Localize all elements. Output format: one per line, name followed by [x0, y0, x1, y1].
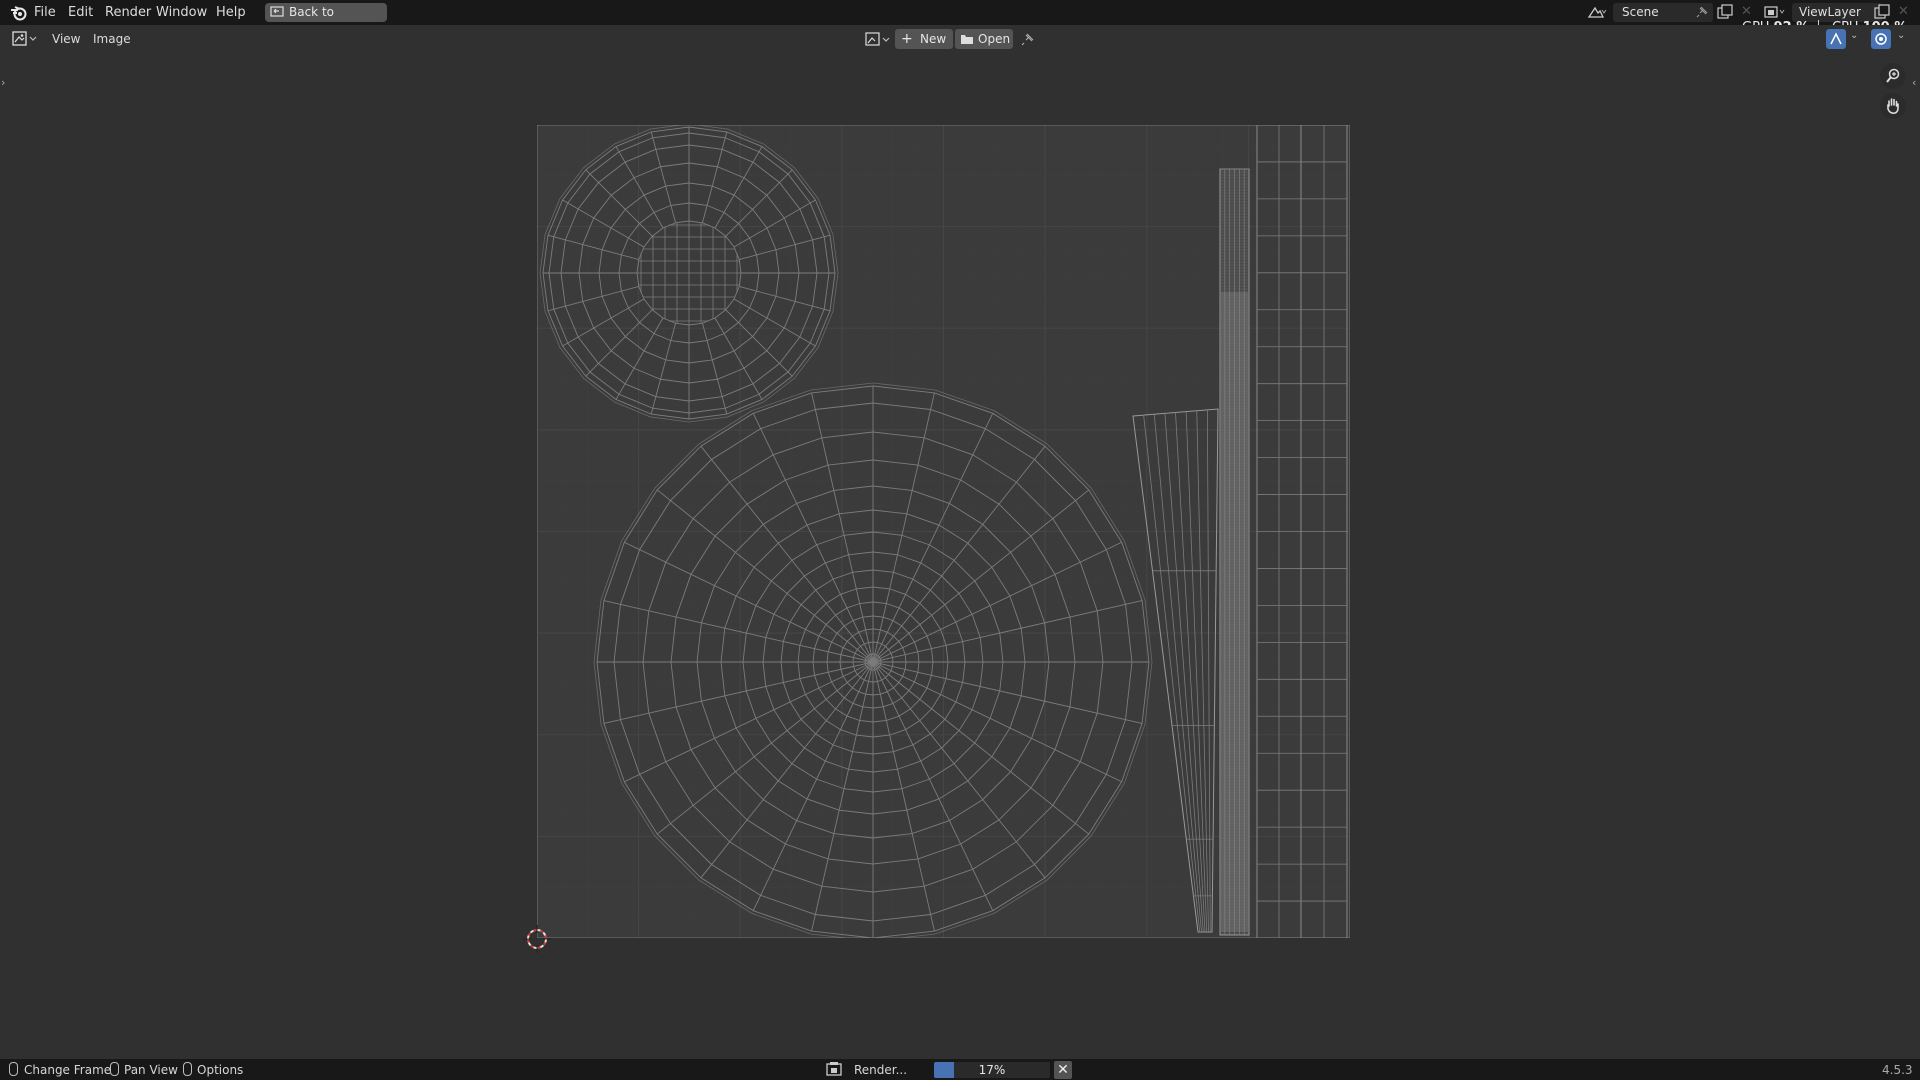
- blender-logo-icon[interactable]: [10, 4, 28, 21]
- status-pan-view: Pan View: [124, 1063, 178, 1077]
- menu-file[interactable]: File: [34, 5, 56, 21]
- close-icon[interactable]: ✕: [1898, 4, 1909, 19]
- sidebar-toggle-right-icon[interactable]: ‹: [1912, 76, 1916, 89]
- image-browse-icon[interactable]: [864, 30, 892, 49]
- uv-sync-glyph-icon: [1830, 32, 1842, 45]
- menu-window[interactable]: Window: [156, 5, 207, 21]
- hand-icon[interactable]: [1880, 93, 1906, 119]
- sidebar-toggle-icon[interactable]: ›: [1, 76, 5, 89]
- zoom-icon[interactable]: [1880, 63, 1906, 89]
- 2d-cursor-icon[interactable]: [523, 925, 551, 953]
- mouse-left-icon: [9, 1062, 18, 1076]
- mouse-right-icon: [183, 1062, 192, 1076]
- chevron-down-icon[interactable]: ⌄: [1897, 30, 1905, 41]
- render-job-label: Render...: [854, 1063, 908, 1077]
- scene-name: Scene: [1622, 5, 1659, 19]
- pin-icon[interactable]: [1020, 31, 1036, 47]
- chevron-down-icon[interactable]: ⌄: [1850, 30, 1858, 41]
- scene-icon[interactable]: [1587, 4, 1607, 21]
- version-label: 4.5.3: [1882, 1063, 1913, 1077]
- plus-icon: +: [901, 31, 913, 47]
- view-layer-icon[interactable]: [1763, 4, 1787, 21]
- mouse-middle-icon: [110, 1062, 119, 1076]
- cancel-render-button[interactable]: ✕: [1054, 1061, 1072, 1079]
- menu-render[interactable]: Render: [105, 5, 151, 21]
- menu-edit[interactable]: Edit: [68, 5, 93, 21]
- back-to-previous-icon: [270, 6, 284, 17]
- uv-mesh-wireframe: [537, 125, 1350, 938]
- open-label: Open: [978, 32, 1011, 46]
- status-options: Options: [197, 1063, 244, 1077]
- folder-icon: [961, 35, 973, 44]
- new-label: New: [920, 32, 947, 46]
- open-image-button[interactable]: Open: [955, 29, 1013, 49]
- top-bar: File Edit Render Window Help Back to Pre…: [0, 0, 1920, 38]
- new-image-button[interactable]: + New: [895, 29, 953, 49]
- back-to-previous-button[interactable]: Back to Previous: [265, 3, 387, 38]
- status-change-frame: Change Frame: [24, 1063, 112, 1077]
- duplicate-icon[interactable]: [1874, 4, 1890, 20]
- render-job-icon: [826, 1062, 842, 1076]
- pin-icon[interactable]: [1695, 5, 1709, 19]
- close-icon[interactable]: ✕: [1741, 4, 1752, 19]
- menu-view[interactable]: View: [52, 31, 80, 47]
- image-editor-icon[interactable]: [10, 29, 40, 49]
- render-progress-text: 17%: [978, 1063, 1006, 1077]
- duplicate-icon[interactable]: [1717, 4, 1733, 20]
- overlay-glyph-icon: [1875, 33, 1887, 45]
- menu-help[interactable]: Help: [216, 5, 246, 21]
- render-progress-bar: 17%: [934, 1062, 1050, 1078]
- menu-image[interactable]: Image: [93, 31, 131, 47]
